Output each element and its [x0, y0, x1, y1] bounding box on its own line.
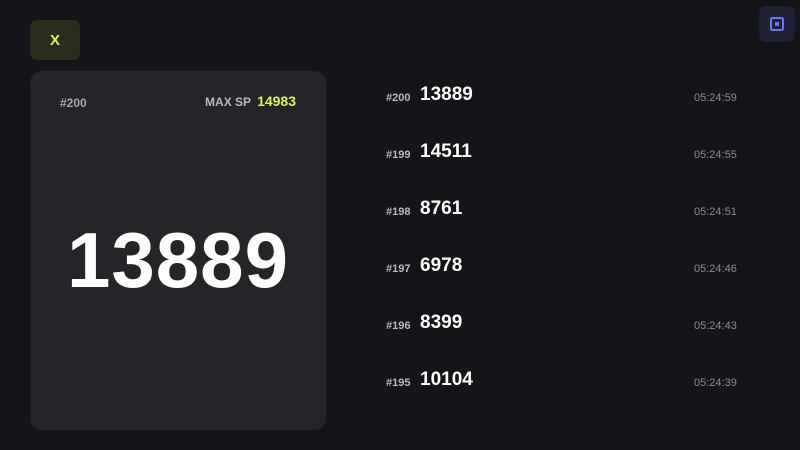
history-row-time: 05:24:59 — [694, 92, 737, 104]
current-result-card: #200 MAX SP 14983 13889 — [30, 71, 326, 430]
history-row-id: #197 — [386, 263, 411, 275]
history-row-id: #198 — [386, 206, 411, 218]
current-value: 13889 — [67, 216, 289, 304]
max-sp: MAX SP 14983 — [205, 93, 296, 109]
history-row-time: 05:24:39 — [694, 377, 737, 389]
close-button[interactable]: X — [30, 20, 80, 60]
history-row: #200 13889 05:24:59 — [386, 83, 746, 140]
history-row-value: 13889 — [420, 84, 473, 105]
history-row-time: 05:24:51 — [694, 206, 737, 218]
history-row: #198 8761 05:24:51 — [386, 197, 746, 254]
max-sp-label: MAX SP — [205, 95, 252, 109]
history-row: #197 6978 05:24:46 — [386, 254, 746, 311]
history-row: #196 8399 05:24:43 — [386, 311, 746, 368]
square-dot-icon — [770, 17, 784, 31]
history-row-value: 8399 — [420, 312, 463, 333]
history-list: #200 13889 05:24:59 #199 14511 05:24:55 … — [386, 83, 746, 430]
history-row-id: #199 — [386, 149, 411, 161]
history-row-time: 05:24:43 — [694, 320, 737, 332]
max-sp-value: 14983 — [257, 93, 296, 109]
history-row: #195 10104 05:24:39 — [386, 368, 746, 425]
history-row-id: #200 — [386, 92, 411, 104]
history-row-id: #196 — [386, 320, 411, 332]
corner-menu-button[interactable] — [759, 6, 795, 42]
current-round-id: #200 — [60, 96, 87, 110]
page: X #200 MAX SP 14983 13889 #200 13889 05:… — [0, 0, 800, 450]
close-icon: X — [49, 31, 60, 49]
history-row-value: 6978 — [420, 255, 463, 276]
history-row-value: 8761 — [420, 198, 463, 219]
history-row-id: #195 — [386, 377, 411, 389]
history-row-value: 14511 — [420, 141, 472, 162]
history-row-time: 05:24:46 — [694, 263, 737, 275]
history-row: #199 14511 05:24:55 — [386, 140, 746, 197]
history-row-time: 05:24:55 — [694, 149, 737, 161]
history-row-value: 10104 — [420, 369, 473, 390]
